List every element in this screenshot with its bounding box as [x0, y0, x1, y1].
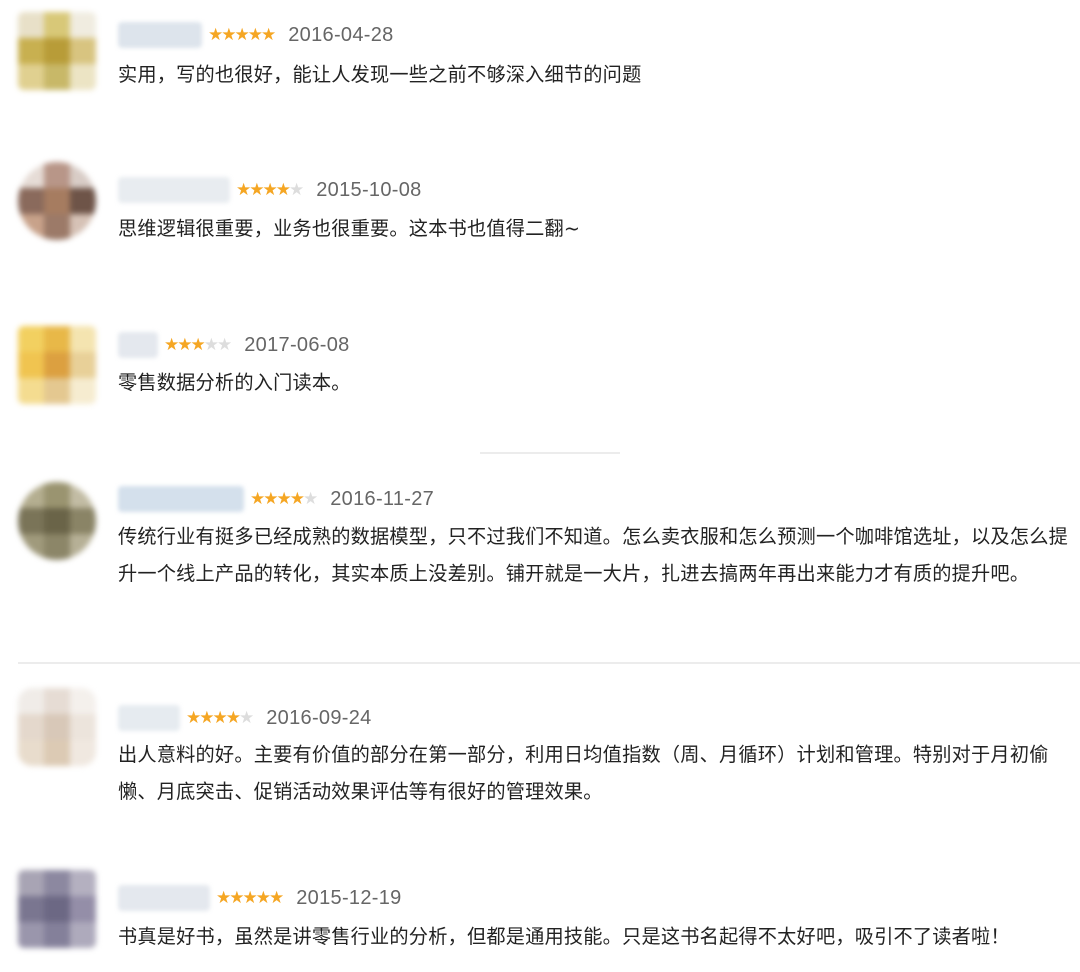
review-text: 书真是好书，虽然是讲零售行业的分析，但都是通用技能。只是这书名起得不太好吧，吸引… [118, 925, 1010, 948]
star-filled-icon: ★ [177, 335, 192, 355]
star-empty-icon: ★ [289, 180, 304, 200]
username-blurred[interactable] [118, 332, 158, 358]
star-filled-icon: ★ [249, 180, 264, 200]
review-date: 2015-12-19 [296, 886, 402, 909]
review-meta: ★ ★ ★ ★ ★ 2016-11-27 [118, 484, 434, 514]
review-meta: ★ ★ ★ ★ ★ 2015-10-08 [118, 175, 422, 205]
star-filled-icon: ★ [221, 25, 236, 45]
avatar[interactable] [18, 326, 96, 404]
review-date: 2016-11-27 [330, 487, 435, 510]
star-rating: ★ ★ ★ ★ ★ [236, 180, 304, 200]
star-empty-icon: ★ [217, 335, 232, 355]
username-blurred[interactable] [118, 486, 244, 512]
review-meta: ★ ★ ★ ★ ★ 2017-06-08 [118, 330, 350, 360]
star-rating: ★ ★ ★ ★ ★ [250, 489, 318, 509]
star-filled-icon: ★ [250, 489, 265, 509]
star-filled-icon: ★ [190, 335, 206, 355]
review-meta: ★ ★ ★ ★ ★ 2016-04-28 [118, 20, 394, 50]
star-filled-icon: ★ [216, 888, 231, 908]
username-blurred[interactable] [118, 885, 210, 911]
username-blurred[interactable] [118, 177, 230, 203]
star-rating: ★ ★ ★ ★ ★ [216, 888, 284, 908]
username-blurred[interactable] [118, 705, 180, 731]
star-filled-icon: ★ [269, 888, 284, 908]
review-date: 2017-06-08 [244, 333, 350, 356]
star-filled-icon: ★ [242, 888, 258, 908]
divider [18, 662, 1080, 664]
star-filled-icon: ★ [236, 180, 251, 200]
star-filled-icon: ★ [225, 708, 241, 728]
avatar[interactable] [18, 870, 96, 948]
star-filled-icon: ★ [263, 489, 278, 509]
star-empty-icon: ★ [239, 708, 254, 728]
star-filled-icon: ★ [212, 708, 228, 728]
star-filled-icon: ★ [289, 489, 305, 509]
avatar[interactable] [18, 162, 96, 240]
divider [480, 452, 620, 454]
star-filled-icon: ★ [261, 25, 276, 45]
review-text: 思维逻辑很重要，业务也很重要。这本书也值得二翻~ [118, 217, 581, 240]
star-filled-icon: ★ [229, 888, 244, 908]
review-text: 零售数据分析的入门读本。 [118, 371, 351, 394]
star-filled-icon: ★ [186, 708, 201, 728]
star-filled-icon: ★ [199, 708, 214, 728]
star-filled-icon: ★ [164, 335, 179, 355]
review-meta: ★ ★ ★ ★ ★ 2016-09-24 [118, 703, 372, 733]
star-filled-icon: ★ [234, 25, 250, 45]
star-empty-icon: ★ [303, 489, 318, 509]
review-text: 实用，写的也很好，能让人发现一些之前不够深入细节的问题 [118, 63, 642, 86]
star-rating: ★ ★ ★ ★ ★ [164, 335, 232, 355]
username-blurred[interactable] [118, 22, 202, 48]
star-filled-icon: ★ [276, 489, 292, 509]
star-filled-icon: ★ [262, 180, 278, 200]
star-filled-icon: ★ [255, 888, 271, 908]
review-text: 出人意料的好。主要有价值的部分在第一部分，利用日均值指数（周、月循环）计划和管理… [118, 743, 1049, 803]
star-filled-icon: ★ [208, 25, 223, 45]
avatar[interactable] [18, 12, 96, 90]
star-rating: ★ ★ ★ ★ ★ [186, 708, 254, 728]
review-date: 2016-09-24 [266, 706, 372, 729]
star-filled-icon: ★ [275, 180, 291, 200]
review-text: 传统行业有挺多已经成熟的数据模型，只不过我们不知道。怎么卖衣服和怎么预测一个咖啡… [118, 525, 1068, 585]
avatar[interactable] [18, 482, 96, 560]
star-empty-icon: ★ [203, 335, 219, 355]
review-date: 2015-10-08 [316, 178, 422, 201]
star-filled-icon: ★ [247, 25, 263, 45]
star-rating: ★ ★ ★ ★ ★ [208, 25, 276, 45]
avatar[interactable] [18, 688, 96, 766]
review-meta: ★ ★ ★ ★ ★ 2015-12-19 [118, 883, 402, 913]
review-date: 2016-04-28 [288, 23, 394, 46]
